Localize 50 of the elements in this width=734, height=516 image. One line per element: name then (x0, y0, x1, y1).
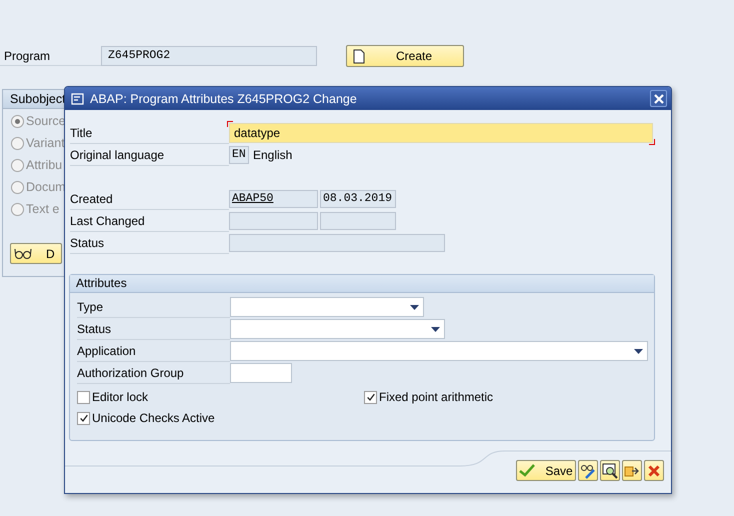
dropdown-field[interactable] (230, 341, 648, 361)
document-icon (353, 48, 365, 64)
edit-icon (71, 92, 85, 104)
display-button[interactable]: D (10, 243, 62, 264)
radio-label: Source (26, 114, 66, 128)
dropdown-arrow-icon (410, 304, 419, 310)
radio-button[interactable] (11, 114, 24, 128)
radio-label: Docum (26, 180, 66, 194)
created-date-field: 08.03.2019 (320, 190, 396, 208)
dropdown-arrow-icon (634, 348, 643, 354)
checkbox-label: Editor lock (92, 390, 148, 404)
title-input-field[interactable]: datatype (229, 123, 653, 143)
field-label: Status (70, 232, 229, 254)
dropdown-arrow-icon (431, 326, 440, 332)
radio-label: Text e (26, 202, 60, 216)
authorization-group-field[interactable] (230, 363, 292, 383)
radio-button[interactable] (11, 136, 24, 150)
field-label: Created (70, 188, 229, 210)
glasses-icon (14, 248, 32, 260)
screen-magnifier-icon (602, 462, 618, 478)
search-button[interactable] (600, 460, 620, 481)
glasses-pencil-button[interactable] (578, 460, 598, 481)
program-field[interactable]: Z645PROG2 (101, 46, 317, 66)
radio-button[interactable] (11, 202, 24, 216)
group-title: Attributes (70, 275, 654, 293)
close-button[interactable] (650, 90, 667, 107)
created-by-field: ABAP50 (229, 190, 318, 208)
dropdown-field[interactable] (230, 297, 424, 317)
radio-button[interactable] (11, 180, 24, 194)
transfer-button[interactable] (622, 460, 642, 481)
checkbox[interactable] (364, 390, 377, 404)
cancel-icon (648, 464, 660, 476)
language-code-field: EN (229, 146, 249, 164)
checkbox-label: Fixed point arithmetic (379, 390, 494, 404)
field-label: Last Changed (70, 210, 229, 232)
glasses-pencil-icon (580, 462, 596, 478)
close-icon (654, 94, 664, 104)
checkmark-icon (519, 464, 536, 477)
language-name: English (253, 148, 292, 162)
checkbox-label: Unicode Checks Active (92, 411, 215, 425)
checkbox[interactable] (77, 390, 90, 404)
save-button[interactable]: Save (516, 460, 576, 481)
radio-label: Variant (26, 136, 65, 150)
radio-label: Attribu (26, 158, 62, 172)
field-label: Original language (70, 144, 229, 166)
create-button[interactable]: Create (346, 45, 464, 67)
checkbox[interactable] (77, 412, 90, 424)
cancel-button[interactable] (644, 460, 664, 481)
radio-button[interactable] (11, 158, 24, 172)
dropdown-field[interactable] (230, 319, 445, 339)
